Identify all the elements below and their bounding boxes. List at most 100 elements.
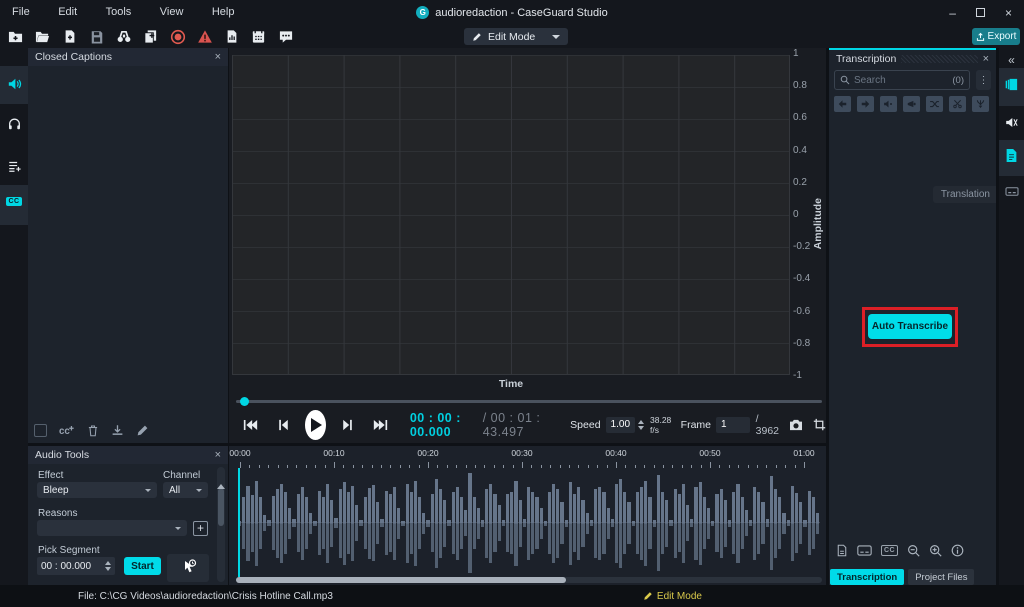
transcription-title: Transcription xyxy=(836,53,896,65)
seek-knob[interactable] xyxy=(240,397,249,406)
frame-input[interactable]: 1 xyxy=(716,417,750,433)
cc-view-icon[interactable]: CC xyxy=(881,545,898,556)
maximize-button[interactable] xyxy=(976,8,985,17)
edit-mode-dropdown[interactable]: Edit Mode xyxy=(464,28,568,45)
open-folder-icon[interactable] xyxy=(33,27,52,46)
transcription-pages-icon[interactable] xyxy=(999,77,1024,92)
warning-icon[interactable] xyxy=(195,27,214,46)
tab-project-files[interactable]: Project Files xyxy=(908,569,974,585)
delete-icon[interactable] xyxy=(87,424,99,437)
edit-mode-label: Edit Mode xyxy=(488,31,535,43)
add-reason-button[interactable]: + xyxy=(193,521,208,536)
prev-word-button[interactable] xyxy=(834,96,851,112)
time-stepper[interactable] xyxy=(105,561,111,571)
cut-button[interactable] xyxy=(949,96,966,112)
menu-file[interactable]: File xyxy=(0,0,42,18)
main-toolbar: Edit Mode Export xyxy=(0,25,1024,48)
info-icon[interactable] xyxy=(951,544,964,557)
edit-caption-icon[interactable] xyxy=(136,424,149,437)
translation-tab[interactable]: Translation xyxy=(933,186,996,203)
snapshot-button[interactable] xyxy=(789,419,803,431)
close-icon[interactable]: × xyxy=(215,51,221,63)
frame-label: Frame xyxy=(681,419,711,431)
subtitle-icon[interactable] xyxy=(857,545,872,556)
menu-help[interactable]: Help xyxy=(200,0,247,18)
transcript-search-input[interactable]: Search (0) xyxy=(834,70,970,90)
reasons-select[interactable] xyxy=(37,520,187,536)
audio-tools-scrollbar[interactable] xyxy=(217,467,225,582)
timeline-scrollbar[interactable] xyxy=(236,577,822,583)
menu-tools[interactable]: Tools xyxy=(94,0,144,18)
prev-frame-button[interactable] xyxy=(278,419,289,431)
closed-captions-icon[interactable]: CC xyxy=(0,197,28,206)
segment-time-input[interactable]: 00 : 00.000 xyxy=(37,557,115,575)
header-grip xyxy=(901,55,977,63)
report-button[interactable] xyxy=(222,27,241,46)
play-button[interactable] xyxy=(305,410,326,440)
record-button[interactable] xyxy=(168,27,187,46)
effect-select[interactable]: Bleep xyxy=(37,482,157,498)
frame-total: / 3962 xyxy=(756,413,779,437)
skip-end-button[interactable] xyxy=(373,419,388,431)
waveform-bars[interactable] xyxy=(238,470,820,576)
zoom-in-icon[interactable] xyxy=(929,544,942,557)
new-project-button[interactable] xyxy=(6,27,25,46)
status-edit-mode: Edit Mode xyxy=(643,591,702,602)
reasons-label: Reasons xyxy=(38,508,77,519)
save-button[interactable] xyxy=(87,27,106,46)
current-time: 00 : 00 : 00.000 xyxy=(410,411,477,439)
scrollbar-thumb[interactable] xyxy=(236,577,566,583)
pencil-icon xyxy=(643,591,653,601)
add-caption-icon[interactable]: cc xyxy=(59,424,75,437)
auto-transcribe-button[interactable]: Auto Transcribe xyxy=(868,314,952,339)
audio-tools-icon[interactable] xyxy=(0,77,28,91)
close-icon[interactable]: × xyxy=(215,449,221,461)
captions-strip-icon[interactable] xyxy=(999,187,1024,196)
close-window-button[interactable]: × xyxy=(1005,7,1012,19)
detect-button[interactable] xyxy=(114,27,133,46)
minimize-button[interactable]: – xyxy=(949,7,956,19)
import-clipboard-button[interactable] xyxy=(141,27,160,46)
schedule-button[interactable] xyxy=(249,27,268,46)
start-button[interactable]: Start xyxy=(124,557,161,575)
transcribe-file-icon[interactable] xyxy=(999,148,1024,163)
add-file-button[interactable] xyxy=(60,27,79,46)
cc-select-all-checkbox[interactable] xyxy=(34,424,47,437)
ruler-tick-label: 00:30 xyxy=(511,448,532,458)
speed-stepper[interactable] xyxy=(638,420,644,430)
channel-select[interactable]: All xyxy=(163,482,208,498)
pick-segment-label: Pick Segment xyxy=(38,545,100,556)
seek-slider[interactable] xyxy=(236,400,822,403)
next-word-button[interactable] xyxy=(857,96,874,112)
playlist-icon[interactable] xyxy=(0,159,28,173)
transport-controls: 00 : 00 : 00.000 / 00 : 01 : 43.497 Spee… xyxy=(229,406,826,443)
comment-button[interactable] xyxy=(276,27,295,46)
crop-button[interactable] xyxy=(813,418,826,431)
swap-words-button[interactable] xyxy=(926,96,943,112)
mute-word-button[interactable] xyxy=(880,96,897,112)
ruler-tick-label: 00:00 xyxy=(229,448,250,458)
amplitude-plot[interactable] xyxy=(232,55,790,375)
audio-tools-panel: Audio Tools × Effect Bleep Channel All R… xyxy=(28,446,228,585)
skip-start-button[interactable] xyxy=(243,419,258,431)
menu-edit[interactable]: Edit xyxy=(46,0,89,18)
headphones-icon[interactable] xyxy=(0,117,28,131)
tab-transcription[interactable]: Transcription xyxy=(830,569,904,585)
audio-redaction-icon[interactable] xyxy=(999,116,1024,129)
collapse-panel-button[interactable]: « xyxy=(999,53,1024,67)
close-icon[interactable]: × xyxy=(983,53,989,65)
next-frame-button[interactable] xyxy=(342,419,353,431)
playhead-cursor[interactable] xyxy=(238,468,240,578)
menu-view[interactable]: View xyxy=(148,0,196,18)
timeline-ruler[interactable]: 00:0000:1000:2000:3000:4000:5001:00 xyxy=(236,448,822,468)
announce-button[interactable] xyxy=(903,96,920,112)
download-icon[interactable] xyxy=(111,424,124,437)
pick-by-click-button[interactable] xyxy=(167,554,209,582)
merge-button[interactable] xyxy=(972,96,989,112)
export-button[interactable]: Export xyxy=(972,28,1020,45)
export-transcript-icon[interactable] xyxy=(836,544,848,557)
zoom-out-icon[interactable] xyxy=(907,544,920,557)
speed-label: Speed xyxy=(570,419,600,431)
search-options-button[interactable]: ⋮ xyxy=(976,70,991,90)
speed-input[interactable]: 1.00 xyxy=(606,417,635,433)
